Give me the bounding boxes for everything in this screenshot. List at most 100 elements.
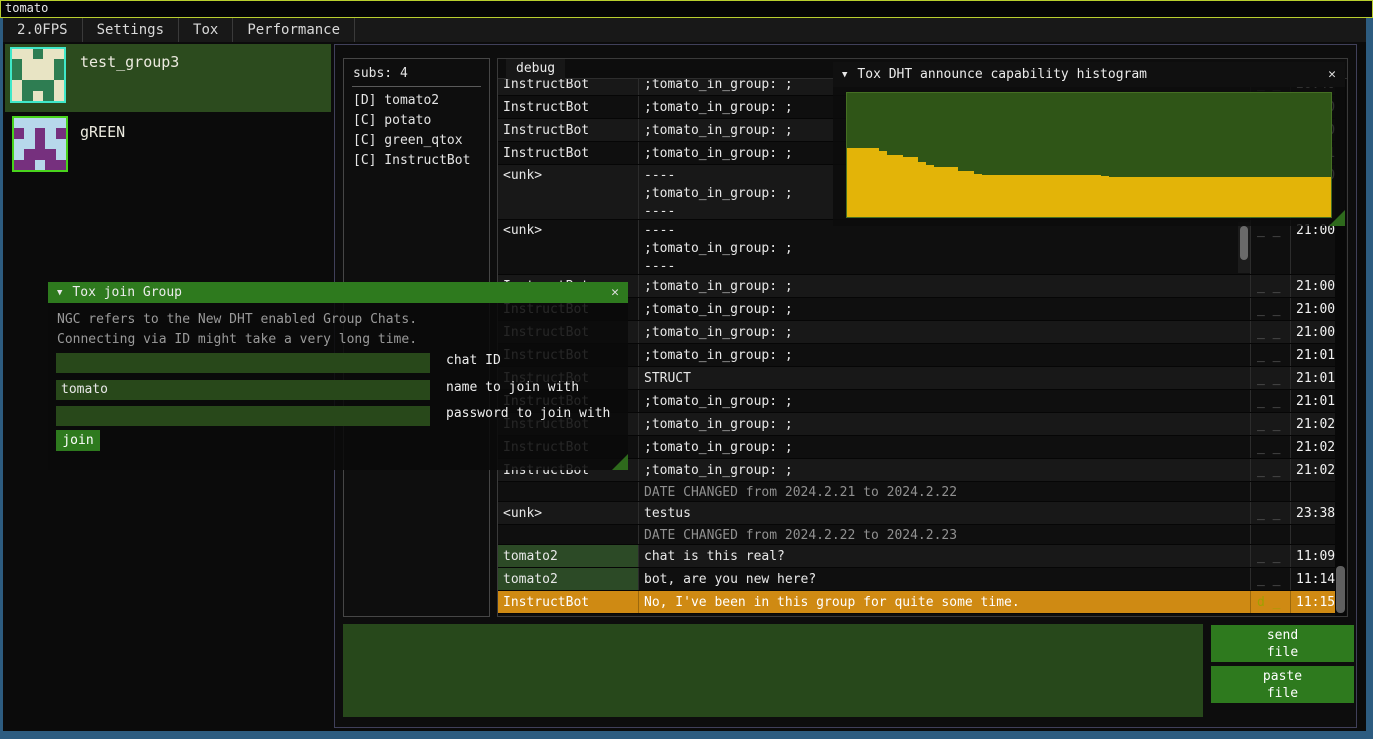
- histogram-bar: [1268, 177, 1276, 217]
- close-icon[interactable]: ✕: [611, 285, 619, 300]
- delivery-flags: _ _: [1250, 436, 1290, 458]
- histogram-bar: [918, 162, 926, 217]
- histogram-bar: [1196, 177, 1204, 217]
- histogram-bar: [926, 165, 934, 217]
- histogram-bar: [1085, 175, 1093, 217]
- member-item[interactable]: [C] potato: [344, 111, 489, 131]
- message-text: ;tomato_in_group: ;: [638, 344, 1250, 366]
- collapse-icon[interactable]: ▼: [842, 70, 847, 80]
- date-changed-row[interactable]: DATE CHANGED from 2024.2.22 to 2024.2.23: [498, 525, 1336, 545]
- sender-name: tomato2: [498, 545, 638, 567]
- chat-scrollbar-grab[interactable]: [1336, 566, 1345, 613]
- histogram-bar: [1125, 177, 1133, 217]
- histogram-bar: [1014, 175, 1022, 217]
- delivery-flags: _ _: [1250, 502, 1290, 524]
- delivery-flags: _ _: [1250, 275, 1290, 297]
- timestamp: [1290, 525, 1336, 544]
- message-row[interactable]: tomato2chat is this real?_ _11:09: [498, 545, 1336, 568]
- histogram-bar: [863, 148, 871, 217]
- message-text: ;tomato_in_group: ;: [638, 298, 1250, 320]
- member-item[interactable]: [D] tomato2: [344, 91, 489, 111]
- timestamp: 21:01: [1290, 390, 1336, 412]
- histogram-bar: [1053, 175, 1061, 217]
- histogram-bar: [895, 155, 903, 217]
- menu-item-tox[interactable]: Tox: [179, 18, 233, 42]
- message-text: STRUCT: [638, 367, 1250, 389]
- chat-id-input[interactable]: [56, 353, 430, 373]
- histogram-bar: [1204, 177, 1212, 217]
- member-item[interactable]: [C] InstructBot: [344, 151, 489, 171]
- histogram-bar: [1180, 177, 1188, 217]
- resize-grip[interactable]: [612, 454, 628, 470]
- message-cell-scrollbar-grab[interactable]: [1240, 226, 1248, 260]
- group-row-test_group3[interactable]: test_group3: [5, 44, 331, 112]
- sender-name: InstructBot: [498, 119, 638, 141]
- histogram-bar: [942, 167, 950, 217]
- timestamp: 21:00: [1290, 321, 1336, 343]
- message-row[interactable]: InstructBotNo, I've been in this group f…: [498, 591, 1336, 614]
- sender-name: <unk>: [498, 165, 638, 219]
- member-list: [D] tomato2[C] potato[C] green_qtox[C] I…: [344, 91, 489, 171]
- delivery-flags: _ _: [1250, 413, 1290, 435]
- join-button[interactable]: join: [56, 430, 100, 451]
- paste-file-button[interactable]: paste file: [1211, 666, 1354, 703]
- resize-grip[interactable]: [1329, 210, 1345, 226]
- message-text: bot, are you new here?: [638, 568, 1250, 590]
- join-name-input[interactable]: [56, 380, 430, 400]
- histogram-bar: [1220, 177, 1228, 217]
- message-row[interactable]: <unk>testus_ _23:38: [498, 502, 1336, 525]
- menubar: 2.0FPS SettingsToxPerformance: [3, 18, 1366, 42]
- close-icon[interactable]: ✕: [1328, 67, 1336, 82]
- group-row-gREEN[interactable]: gREEN: [5, 114, 331, 182]
- histogram-bar: [1006, 175, 1014, 217]
- timestamp: 21:01: [1290, 367, 1336, 389]
- date-changed-row[interactable]: DATE CHANGED from 2024.2.21 to 2024.2.22: [498, 482, 1336, 502]
- histogram-bar: [950, 167, 958, 217]
- message-row[interactable]: <unk>---- ;tomato_in_group: ; ----_ _21:…: [498, 220, 1336, 275]
- histogram-bar: [1228, 177, 1236, 217]
- histogram-bar: [1133, 177, 1141, 217]
- menu-item-performance[interactable]: Performance: [233, 18, 355, 42]
- message-text: No, I've been in this group for quite so…: [638, 591, 1250, 613]
- delivery-flags: _ _: [1250, 568, 1290, 590]
- collapse-icon[interactable]: ▼: [57, 288, 62, 298]
- delivery-flags: _ _: [1250, 390, 1290, 412]
- tab-debug[interactable]: debug: [506, 59, 565, 79]
- member-item[interactable]: [C] green_qtox: [344, 131, 489, 151]
- delivery-flags: _ _: [1250, 459, 1290, 481]
- histogram-bar: [974, 174, 982, 217]
- join-group-body: NGC refers to the New DHT enabled Group …: [48, 303, 628, 470]
- sender-name: <unk>: [498, 502, 638, 524]
- timestamp: 23:38: [1290, 502, 1336, 524]
- histogram-bar: [1172, 177, 1180, 217]
- message-cell-scrollbar[interactable]: [1238, 222, 1250, 273]
- delivery-flags: _ _: [1250, 367, 1290, 389]
- histogram-bar: [1109, 177, 1117, 217]
- join-password-input[interactable]: [56, 406, 430, 426]
- window-titlebar: tomato: [0, 0, 1373, 18]
- message-text: ;tomato_in_group: ;: [638, 436, 1250, 458]
- ngc-hint-line1: NGC refers to the New DHT enabled Group …: [57, 312, 417, 327]
- sender-name: [498, 525, 638, 544]
- send-file-button[interactable]: send file: [1211, 625, 1354, 662]
- histogram-bar: [855, 148, 863, 217]
- histogram-bar: [1101, 176, 1109, 217]
- member-separator: [352, 86, 481, 87]
- message-input[interactable]: [343, 624, 1203, 717]
- timestamp: 11:14: [1290, 568, 1336, 590]
- histogram-bar: [1117, 177, 1125, 217]
- message-text: DATE CHANGED from 2024.2.21 to 2024.2.22: [638, 482, 1250, 501]
- menu-item-settings[interactable]: Settings: [83, 18, 179, 42]
- window-frame-right: [1366, 18, 1373, 739]
- message-row[interactable]: tomato2bot, are you new here?_ _11:14: [498, 568, 1336, 591]
- delivery-flags: _ _: [1250, 298, 1290, 320]
- histogram-bar: [1260, 177, 1268, 217]
- delivery-flags: _ _: [1250, 545, 1290, 567]
- message-text: ;tomato_in_group: ;: [638, 390, 1250, 412]
- histogram-bar: [1093, 175, 1101, 217]
- histogram-bar: [1069, 175, 1077, 217]
- sender-name: InstructBot: [498, 96, 638, 118]
- sender-name: [498, 482, 638, 501]
- timestamp: 21:00: [1290, 275, 1336, 297]
- message-text: ;tomato_in_group: ;: [638, 413, 1250, 435]
